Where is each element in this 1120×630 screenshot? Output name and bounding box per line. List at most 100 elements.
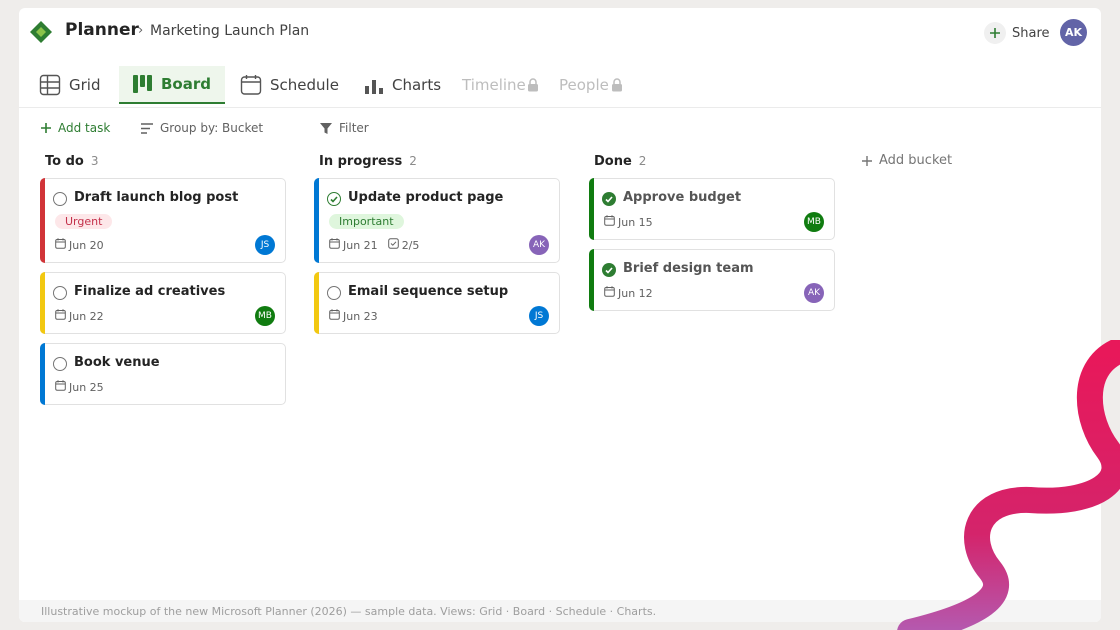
calendar-icon (329, 238, 340, 252)
tab-timeline: Timeline (462, 66, 539, 104)
task-title: Draft launch blog post (74, 190, 239, 205)
task-card[interactable]: Finalize ad creatives Jun 22 MB (40, 272, 286, 334)
tab-schedule-label: Schedule (270, 76, 339, 94)
task-card[interactable]: Brief design team Jun 12 AK (589, 249, 835, 311)
task-card[interactable]: Draft launch blog post Urgent Jun 20 JS (40, 178, 286, 263)
due-date: Jun 20 (55, 238, 104, 252)
plus-icon (984, 22, 1006, 44)
due-date-text: Jun 15 (618, 215, 653, 229)
bucket-count: 2 (638, 154, 647, 168)
task-checkbox[interactable] (53, 192, 67, 206)
due-date: Jun 21 (329, 238, 378, 252)
share-button[interactable]: Share (984, 21, 1050, 45)
group-by-label: Group by: Bucket (160, 121, 264, 135)
task-title: Book venue (74, 355, 160, 370)
decorative-swirl (897, 340, 1120, 630)
bucket-title[interactable]: To do (45, 154, 84, 169)
checklist-text: 2/5 (401, 238, 420, 252)
due-date-text: Jun 25 (69, 380, 104, 394)
app-header: Planner › Marketing Launch Plan Share AK (19, 8, 1101, 56)
lock-icon (611, 78, 622, 92)
planner-logo-icon (30, 21, 52, 43)
task-meta: Jun 15 (604, 212, 824, 232)
calendar-icon (604, 286, 615, 300)
tab-people: People (559, 66, 623, 104)
due-date: Jun 25 (55, 380, 104, 394)
assignee-avatar[interactable]: AK (529, 235, 549, 255)
due-date: Jun 22 (55, 309, 104, 323)
task-checkbox[interactable] (53, 286, 67, 300)
add-bucket-label: Add bucket (879, 153, 953, 168)
task-meta: Jun 20 (55, 235, 275, 255)
task-card[interactable]: Update product page Important Jun 21 2/5 AK (314, 178, 560, 263)
filter-label: Filter (339, 121, 369, 135)
app-name[interactable]: Planner (65, 20, 139, 40)
calendar-icon (604, 215, 615, 229)
plan-name[interactable]: Marketing Launch Plan (150, 23, 309, 39)
checklist-icon (387, 238, 399, 252)
due-date-text: Jun 23 (343, 309, 378, 323)
tab-charts-label: Charts (392, 76, 442, 94)
task-title: Email sequence setup (348, 284, 509, 299)
plus-icon (862, 155, 872, 166)
bucket-to-do: To do 3 Draft launch blog post Urgent Jun 20… (40, 152, 286, 414)
due-date-text: Jun 20 (69, 238, 104, 252)
bucket-count: 3 (90, 154, 99, 168)
due-date-text: Jun 12 (618, 286, 653, 300)
task-card[interactable]: Book venue Jun 25 (40, 343, 286, 405)
assignee-avatar[interactable]: JS (529, 306, 549, 326)
bucket-header: Done 2 (589, 152, 835, 170)
priority-label: Important (329, 214, 404, 229)
bucket-title[interactable]: In progress (319, 154, 402, 169)
due-date: Jun 15 (604, 215, 653, 229)
task-meta: Jun 21 2/5 (329, 235, 549, 255)
add-task-button[interactable]: Add task (41, 120, 110, 136)
board-icon (133, 75, 152, 93)
calendar-icon (329, 309, 340, 323)
tab-grid[interactable]: Grid (39, 66, 100, 104)
task-title: Update product page (348, 190, 504, 205)
filter-icon (320, 122, 332, 134)
task-card[interactable]: Approve budget Jun 15 MB (589, 178, 835, 240)
tab-people-label: People (559, 76, 609, 94)
task-checkbox[interactable] (53, 357, 67, 371)
assignee-avatar[interactable]: MB (804, 212, 824, 232)
tab-board-label: Board (161, 75, 211, 93)
tab-grid-label: Grid (69, 76, 101, 94)
priority-label: Urgent (55, 214, 113, 229)
calendar-icon (240, 75, 262, 95)
task-checkbox[interactable] (327, 192, 341, 206)
task-checkbox[interactable] (327, 286, 341, 300)
user-avatar[interactable]: AK (1060, 19, 1087, 46)
add-bucket-button[interactable]: Add bucket (862, 153, 952, 168)
due-date: Jun 23 (329, 309, 378, 323)
due-date-text: Jun 21 (343, 238, 378, 252)
task-meta: Jun 25 (55, 377, 275, 397)
filter-button[interactable]: Filter (320, 120, 369, 136)
task-title: Approve budget (623, 190, 742, 205)
completed-check-icon[interactable] (602, 192, 616, 206)
tab-charts[interactable]: Charts (364, 66, 441, 104)
group-by-button[interactable]: Group by: Bucket (141, 120, 263, 136)
bucket-header: To do 3 (40, 152, 286, 170)
task-card[interactable]: Email sequence setup Jun 23 JS (314, 272, 560, 334)
assignee-avatar[interactable]: MB (255, 306, 275, 326)
bucket-title[interactable]: Done (594, 154, 632, 169)
view-tabs: Grid Board Schedule Charts Timeline Peop… (19, 66, 1101, 108)
bucket-done: Done 2 Approve budget Jun 15 MB Brief design … (589, 152, 835, 320)
task-title: Brief design team (623, 261, 754, 276)
plus-icon (41, 123, 51, 133)
due-date: Jun 12 (604, 286, 653, 300)
calendar-icon (55, 309, 66, 323)
tab-schedule[interactable]: Schedule (240, 66, 339, 104)
tab-board[interactable]: Board (119, 66, 225, 104)
assignee-avatar[interactable]: AK (804, 283, 824, 303)
completed-check-icon[interactable] (602, 263, 616, 277)
add-task-label: Add task (58, 121, 111, 135)
bucket-count: 2 (409, 154, 417, 168)
due-date-text: Jun 22 (69, 309, 104, 323)
breadcrumb-separator: › (138, 23, 144, 38)
grid-icon (39, 74, 61, 96)
calendar-icon (55, 238, 66, 252)
assignee-avatar[interactable]: JS (255, 235, 275, 255)
